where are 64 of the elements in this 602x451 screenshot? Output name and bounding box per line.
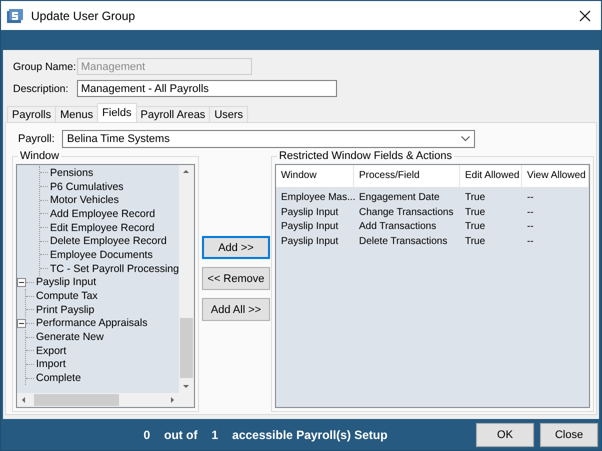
column-header[interactable]: View Allowed — [522, 165, 589, 187]
dialog-button[interactable]: OK — [476, 422, 534, 446]
description-field[interactable]: Management - All Payrolls — [77, 80, 337, 97]
table-cell-text: True — [464, 206, 486, 218]
column-header[interactable]: Window — [276, 165, 354, 187]
tree-item[interactable]: Export — [36, 344, 66, 357]
column-header[interactable]: Edit Allowed — [460, 165, 522, 187]
table-cell-text: Payslip Input — [280, 206, 340, 218]
dialog-button[interactable]: Close — [540, 422, 598, 446]
tree-item[interactable]: Import — [36, 358, 66, 370]
payroll-dropdown[interactable]: Belina Time Systems — [62, 130, 475, 148]
tree-item[interactable]: Edit Employee Record — [50, 222, 154, 234]
tab[interactable]: Payroll Areas — [136, 106, 210, 122]
app-icon — [7, 8, 23, 22]
tree-item[interactable]: Pensions — [50, 166, 94, 179]
table-cell-text: -- — [526, 192, 535, 203]
window-title: Update User Group — [31, 8, 136, 22]
tree-item[interactable]: Print Payslip — [36, 304, 94, 316]
tree-item[interactable]: Payslip Input — [36, 276, 96, 288]
group-title: Restricted Window Fields & Actions — [278, 150, 453, 162]
status-text: out of — [164, 428, 198, 442]
status-count: 0 — [143, 428, 150, 442]
horizontal-scrollbar[interactable] — [17, 393, 194, 407]
table-cell-text: Delete Transactions — [358, 236, 448, 247]
tab[interactable]: Payrolls — [7, 106, 56, 122]
table-cell-text: Employee Mas... — [280, 192, 354, 203]
status-text: accessible Payroll(s) Setup — [232, 428, 388, 442]
table-cell-text: True — [464, 236, 486, 247]
action-button[interactable]: << Remove — [202, 267, 270, 290]
action-button[interactable]: Add >> — [202, 236, 270, 259]
action-button[interactable]: Add All >> — [202, 298, 270, 321]
tree-item[interactable]: Compute Tax — [36, 290, 98, 302]
vertical-scrollbar[interactable] — [178, 165, 194, 393]
field-label: Payroll: — [17, 132, 56, 144]
tree-item[interactable]: Generate New — [36, 331, 104, 344]
table-cell-text: Engagement Date — [358, 192, 441, 203]
tree-item[interactable]: P6 Cumulatives — [50, 180, 124, 193]
field-label: Description: — [12, 82, 70, 94]
close-icon[interactable] — [579, 10, 591, 22]
group-title: Window — [19, 150, 60, 162]
table-cell-text: -- — [526, 236, 535, 247]
table-cell-text: Payslip Input — [280, 236, 340, 247]
collapse-icon[interactable] — [17, 278, 26, 287]
tab[interactable]: Users — [209, 106, 248, 122]
tree-item[interactable]: TC - Set Payroll Processing — [50, 262, 179, 275]
table-cell-text: -- — [526, 221, 535, 232]
table-cell-text: True — [464, 221, 486, 232]
table-cell-text: Add Transactions — [358, 221, 438, 232]
tree-item[interactable]: Employee Documents — [50, 248, 153, 261]
chevron-down-icon — [461, 136, 470, 142]
tree-item[interactable]: Add Employee Record — [50, 208, 156, 220]
tree-item[interactable]: Motor Vehicles — [50, 194, 119, 206]
tab[interactable]: Fields — [97, 103, 136, 122]
table-cell-text: -- — [526, 206, 535, 218]
tree-item[interactable]: Complete — [36, 372, 81, 384]
tree-item[interactable]: Performance Appraisals — [36, 317, 148, 330]
status-count: 1 — [211, 428, 218, 442]
table-cell-text: True — [464, 192, 486, 203]
field-label: Group Name: — [12, 60, 77, 72]
table-cell-text: Change Transactions — [358, 206, 454, 218]
table-cell-text: Payslip Input — [280, 221, 340, 232]
tree-item[interactable]: Delete Employee Record — [50, 235, 167, 248]
column-header[interactable]: Process/Field — [354, 165, 460, 187]
collapse-icon[interactable] — [17, 318, 26, 328]
